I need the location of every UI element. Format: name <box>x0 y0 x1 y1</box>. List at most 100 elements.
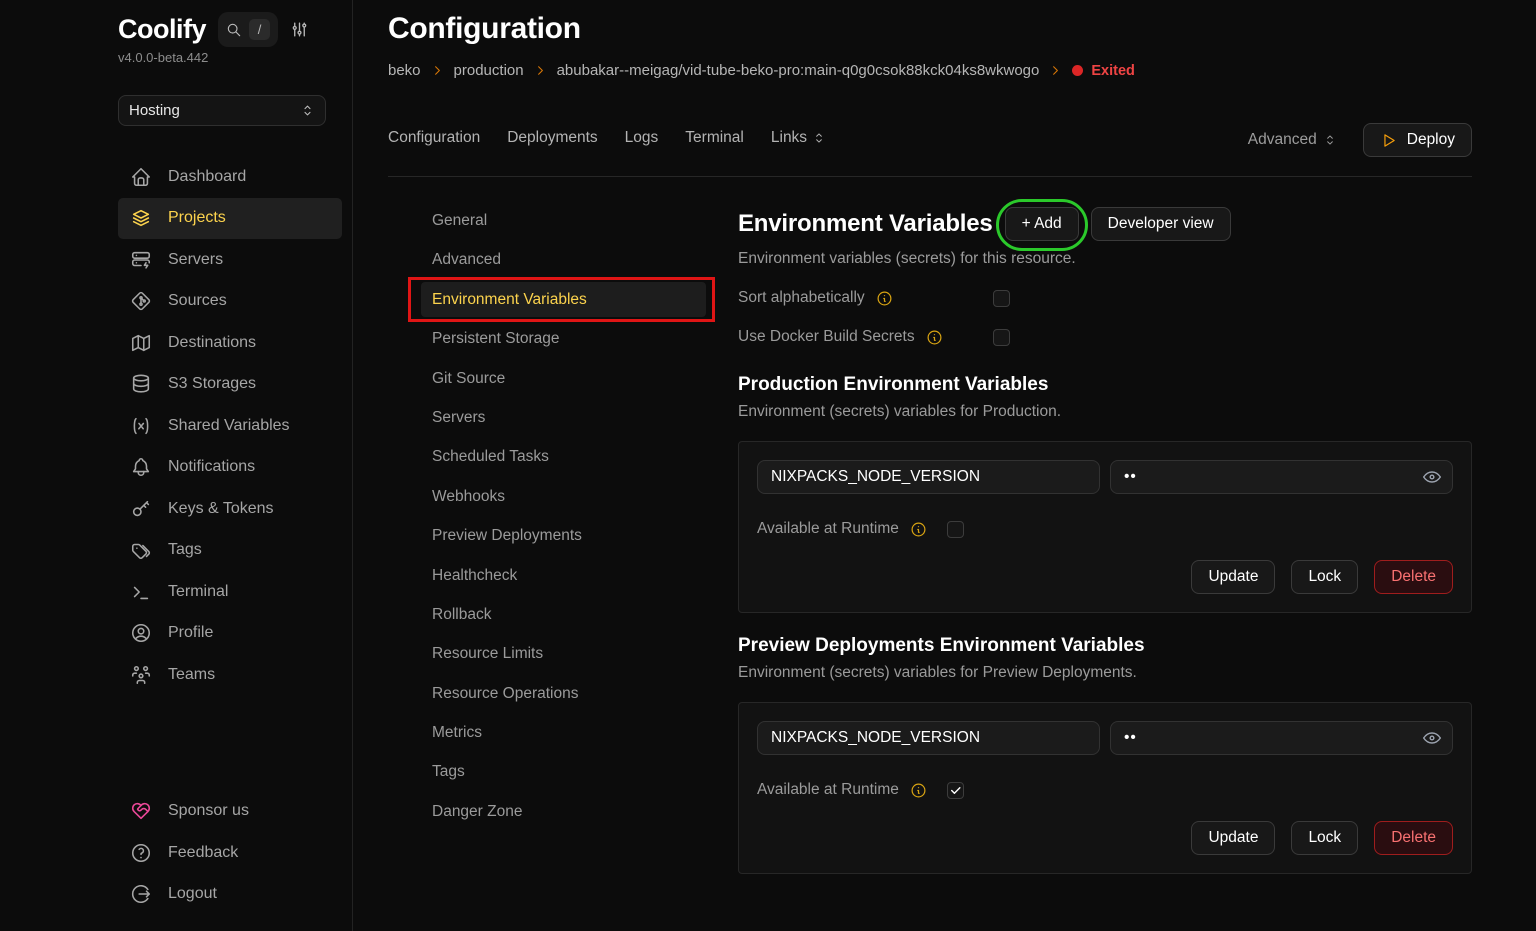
advanced-dropdown[interactable]: Advanced <box>1248 131 1337 149</box>
variable-value-input[interactable] <box>1110 460 1453 494</box>
sidebar-item-servers[interactable]: Servers <box>118 239 342 281</box>
key-icon <box>130 498 152 520</box>
eye-icon <box>1422 728 1442 748</box>
app-logo: Coolify <box>118 14 206 45</box>
settings-sliders-icon[interactable] <box>290 20 309 39</box>
logout-icon <box>130 883 152 905</box>
lock-button[interactable]: Lock <box>1291 560 1358 594</box>
sidebar-item-shared-variables[interactable]: Shared Variables <box>118 405 342 447</box>
info-icon <box>910 782 927 799</box>
subnav-item-tags[interactable]: Tags <box>421 754 706 789</box>
environment-variables-panel: Environment Variables + Add Developer vi… <box>706 177 1472 874</box>
subnav-item-metrics[interactable]: Metrics <box>421 715 706 750</box>
sidebar-item-destinations[interactable]: Destinations <box>118 322 342 364</box>
sidebar-item-profile[interactable]: Profile <box>118 613 342 655</box>
status-dot-icon <box>1072 65 1083 76</box>
variable-key-input[interactable] <box>757 721 1100 755</box>
subnav-item-environment-variables[interactable]: Environment Variables <box>421 282 706 317</box>
breadcrumb-project[interactable]: beko <box>388 62 421 79</box>
sidebar-item-label: Sources <box>168 292 227 310</box>
sidebar-item-keys-tokens[interactable]: Keys & Tokens <box>118 488 342 530</box>
page-title: Configuration <box>388 12 1472 46</box>
subnav-item-servers[interactable]: Servers <box>421 400 706 435</box>
server-icon <box>130 249 152 271</box>
production-section-subtitle: Environment (secrets) variables for Prod… <box>738 403 1472 421</box>
sidebar-item-notifications[interactable]: Notifications <box>118 447 342 489</box>
slash-shortcut-badge: / <box>249 19 270 40</box>
sidebar-item-dashboard[interactable]: Dashboard <box>118 156 342 198</box>
developer-view-button[interactable]: Developer view <box>1091 207 1231 241</box>
subnav-item-danger-zone[interactable]: Danger Zone <box>421 794 706 829</box>
check-icon <box>949 784 962 797</box>
advanced-label: Advanced <box>1248 131 1317 149</box>
sidebar-item-label: Destinations <box>168 334 256 352</box>
add-variable-button[interactable]: + Add <box>1005 207 1079 241</box>
search-button[interactable]: / <box>218 12 278 47</box>
chevron-right-icon <box>430 63 445 78</box>
update-button[interactable]: Update <box>1191 821 1275 855</box>
subnav-item-git-source[interactable]: Git Source <box>421 361 706 396</box>
home-icon <box>130 166 152 188</box>
sidebar-item-label: Notifications <box>168 458 255 476</box>
reveal-value-button[interactable] <box>1420 726 1444 750</box>
subnav-item-resource-limits[interactable]: Resource Limits <box>421 636 706 671</box>
subnav-item-general[interactable]: General <box>421 203 706 238</box>
subnav-item-advanced[interactable]: Advanced <box>421 242 706 277</box>
deploy-button[interactable]: Deploy <box>1363 123 1472 157</box>
breadcrumb-environment[interactable]: production <box>454 62 524 79</box>
sidebar-item-label: Tags <box>168 541 202 559</box>
sidebar-item-sponsor-us[interactable]: Sponsor us <box>118 791 342 833</box>
sidebar-item-terminal[interactable]: Terminal <box>118 571 342 613</box>
tab-configuration[interactable]: Configuration <box>388 129 480 147</box>
sidebar-item-sources[interactable]: Sources <box>118 281 342 323</box>
subnav-item-resource-operations[interactable]: Resource Operations <box>421 676 706 711</box>
sidebar-item-tags[interactable]: Tags <box>118 530 342 572</box>
tab-links[interactable]: Links <box>771 129 826 147</box>
chevron-right-icon <box>1048 63 1063 78</box>
docker-build-secrets-row: Use Docker Build Secrets <box>738 328 1472 346</box>
update-button[interactable]: Update <box>1191 560 1275 594</box>
main-area: Configuration beko production abubakar--… <box>354 0 1536 931</box>
tab-deployments[interactable]: Deployments <box>507 129 597 147</box>
reveal-value-button[interactable] <box>1420 465 1444 489</box>
search-icon <box>226 22 242 38</box>
deploy-label: Deploy <box>1407 131 1455 149</box>
sidebar-item-teams[interactable]: Teams <box>118 654 342 696</box>
sort-alphabetically-checkbox[interactable] <box>993 290 1010 307</box>
available-at-runtime-checkbox[interactable] <box>947 782 964 799</box>
variable-value-input[interactable] <box>1110 721 1453 755</box>
production-variable-card: Available at Runtime Update Lock Delete <box>738 441 1472 613</box>
subnav-item-healthcheck[interactable]: Healthcheck <box>421 558 706 593</box>
sidebar-item-label: Servers <box>168 251 223 269</box>
breadcrumb-resource[interactable]: abubakar--meigag/vid-tube-beko-pro:main-… <box>557 62 1040 79</box>
team-select[interactable]: Hosting <box>118 95 326 126</box>
variable-key-input[interactable] <box>757 460 1100 494</box>
subnav-item-persistent-storage[interactable]: Persistent Storage <box>421 321 706 356</box>
help-icon <box>130 842 152 864</box>
tab-terminal[interactable]: Terminal <box>685 129 744 147</box>
sidebar-nav: Dashboard Projects Servers Sources Desti… <box>118 156 342 696</box>
info-icon <box>926 329 943 346</box>
developer-view-label: Developer view <box>1108 215 1214 233</box>
sidebar-item-s3-storages[interactable]: S3 Storages <box>118 364 342 406</box>
available-at-runtime-checkbox[interactable] <box>947 521 964 538</box>
sidebar: Coolify / v4.0.0-beta.442 Hosting Dashbo… <box>0 0 353 931</box>
sidebar-item-label: S3 Storages <box>168 375 256 393</box>
lock-button[interactable]: Lock <box>1291 821 1358 855</box>
subnav-item-webhooks[interactable]: Webhooks <box>421 479 706 514</box>
delete-button[interactable]: Delete <box>1374 821 1453 855</box>
sidebar-item-label: Profile <box>168 624 213 642</box>
delete-button[interactable]: Delete <box>1374 560 1453 594</box>
status-badge: Exited <box>1072 63 1135 79</box>
bell-icon <box>130 456 152 478</box>
subnav-item-rollback[interactable]: Rollback <box>421 597 706 632</box>
docker-build-secrets-checkbox[interactable] <box>993 329 1010 346</box>
sidebar-item-projects[interactable]: Projects <box>118 198 342 240</box>
subnav-item-scheduled-tasks[interactable]: Scheduled Tasks <box>421 439 706 474</box>
sidebar-item-logout[interactable]: Logout <box>118 874 342 916</box>
tab-logs[interactable]: Logs <box>625 129 659 147</box>
sidebar-item-feedback[interactable]: Feedback <box>118 832 342 874</box>
sidebar-item-label: Teams <box>168 666 215 684</box>
subnav-item-preview-deployments[interactable]: Preview Deployments <box>421 518 706 553</box>
sidebar-item-label: Keys & Tokens <box>168 500 274 518</box>
